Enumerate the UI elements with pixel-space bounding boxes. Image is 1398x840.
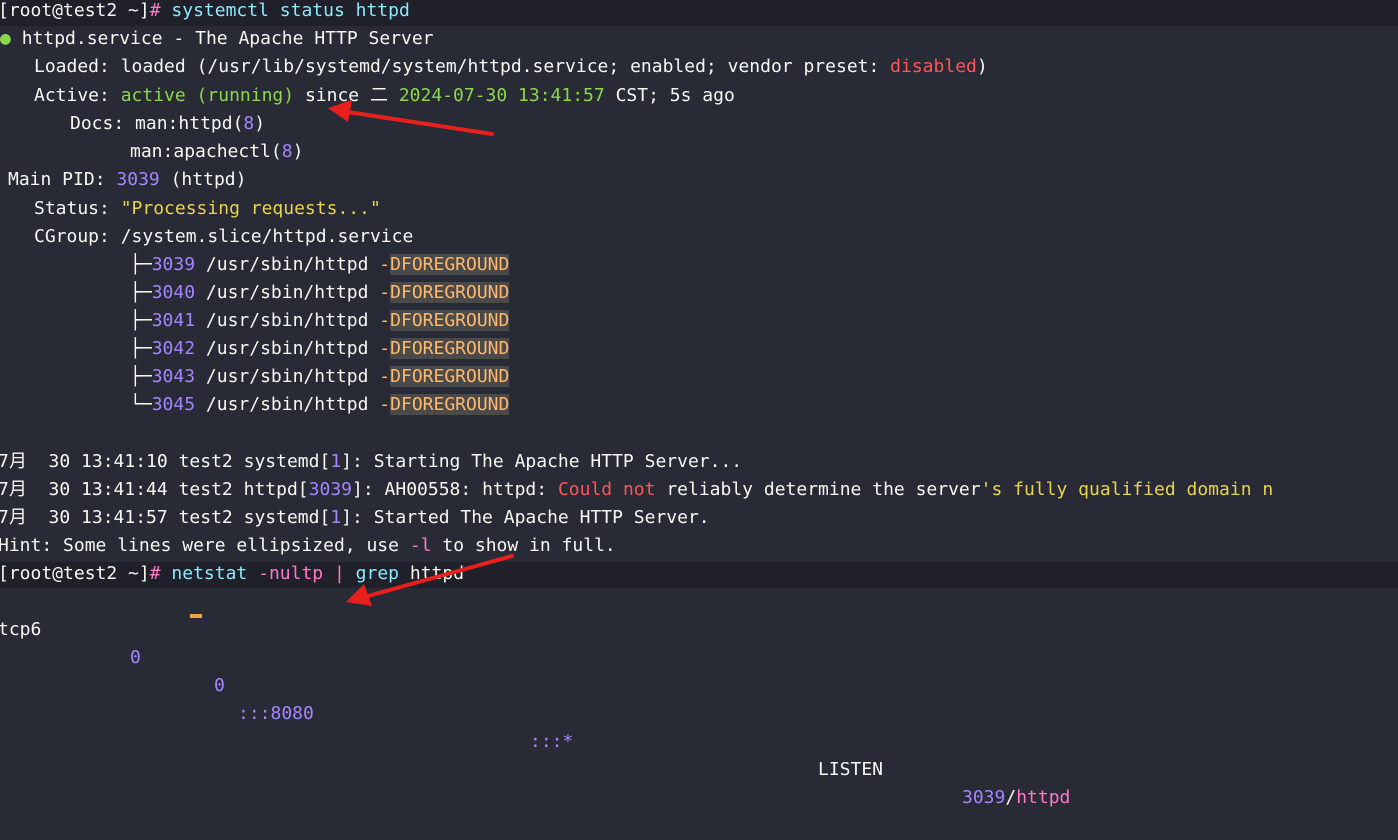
netstat-program: httpd	[1016, 787, 1071, 808]
netstat-local-address: :::8080	[238, 703, 314, 724]
arrow-icon	[328, 100, 494, 136]
netstat-sendq: 0	[214, 675, 225, 696]
netstat-recvq: 0	[130, 647, 141, 668]
netstat-proto: tcp6	[0, 619, 42, 640]
netstat-foreign-address: :::*	[530, 731, 574, 752]
netstat-pid: 3039	[962, 787, 1006, 808]
terminal-window[interactable]: [root@test2 ~]# systemctl status httpd ●…	[0, 0, 1398, 808]
annotation-layer	[328, 100, 514, 606]
slash: /	[1005, 787, 1017, 808]
arrow-icon	[346, 554, 514, 606]
netstat-state: LISTEN	[818, 759, 884, 780]
netstat-pid-program: 3039/httpd	[962, 784, 1070, 812]
